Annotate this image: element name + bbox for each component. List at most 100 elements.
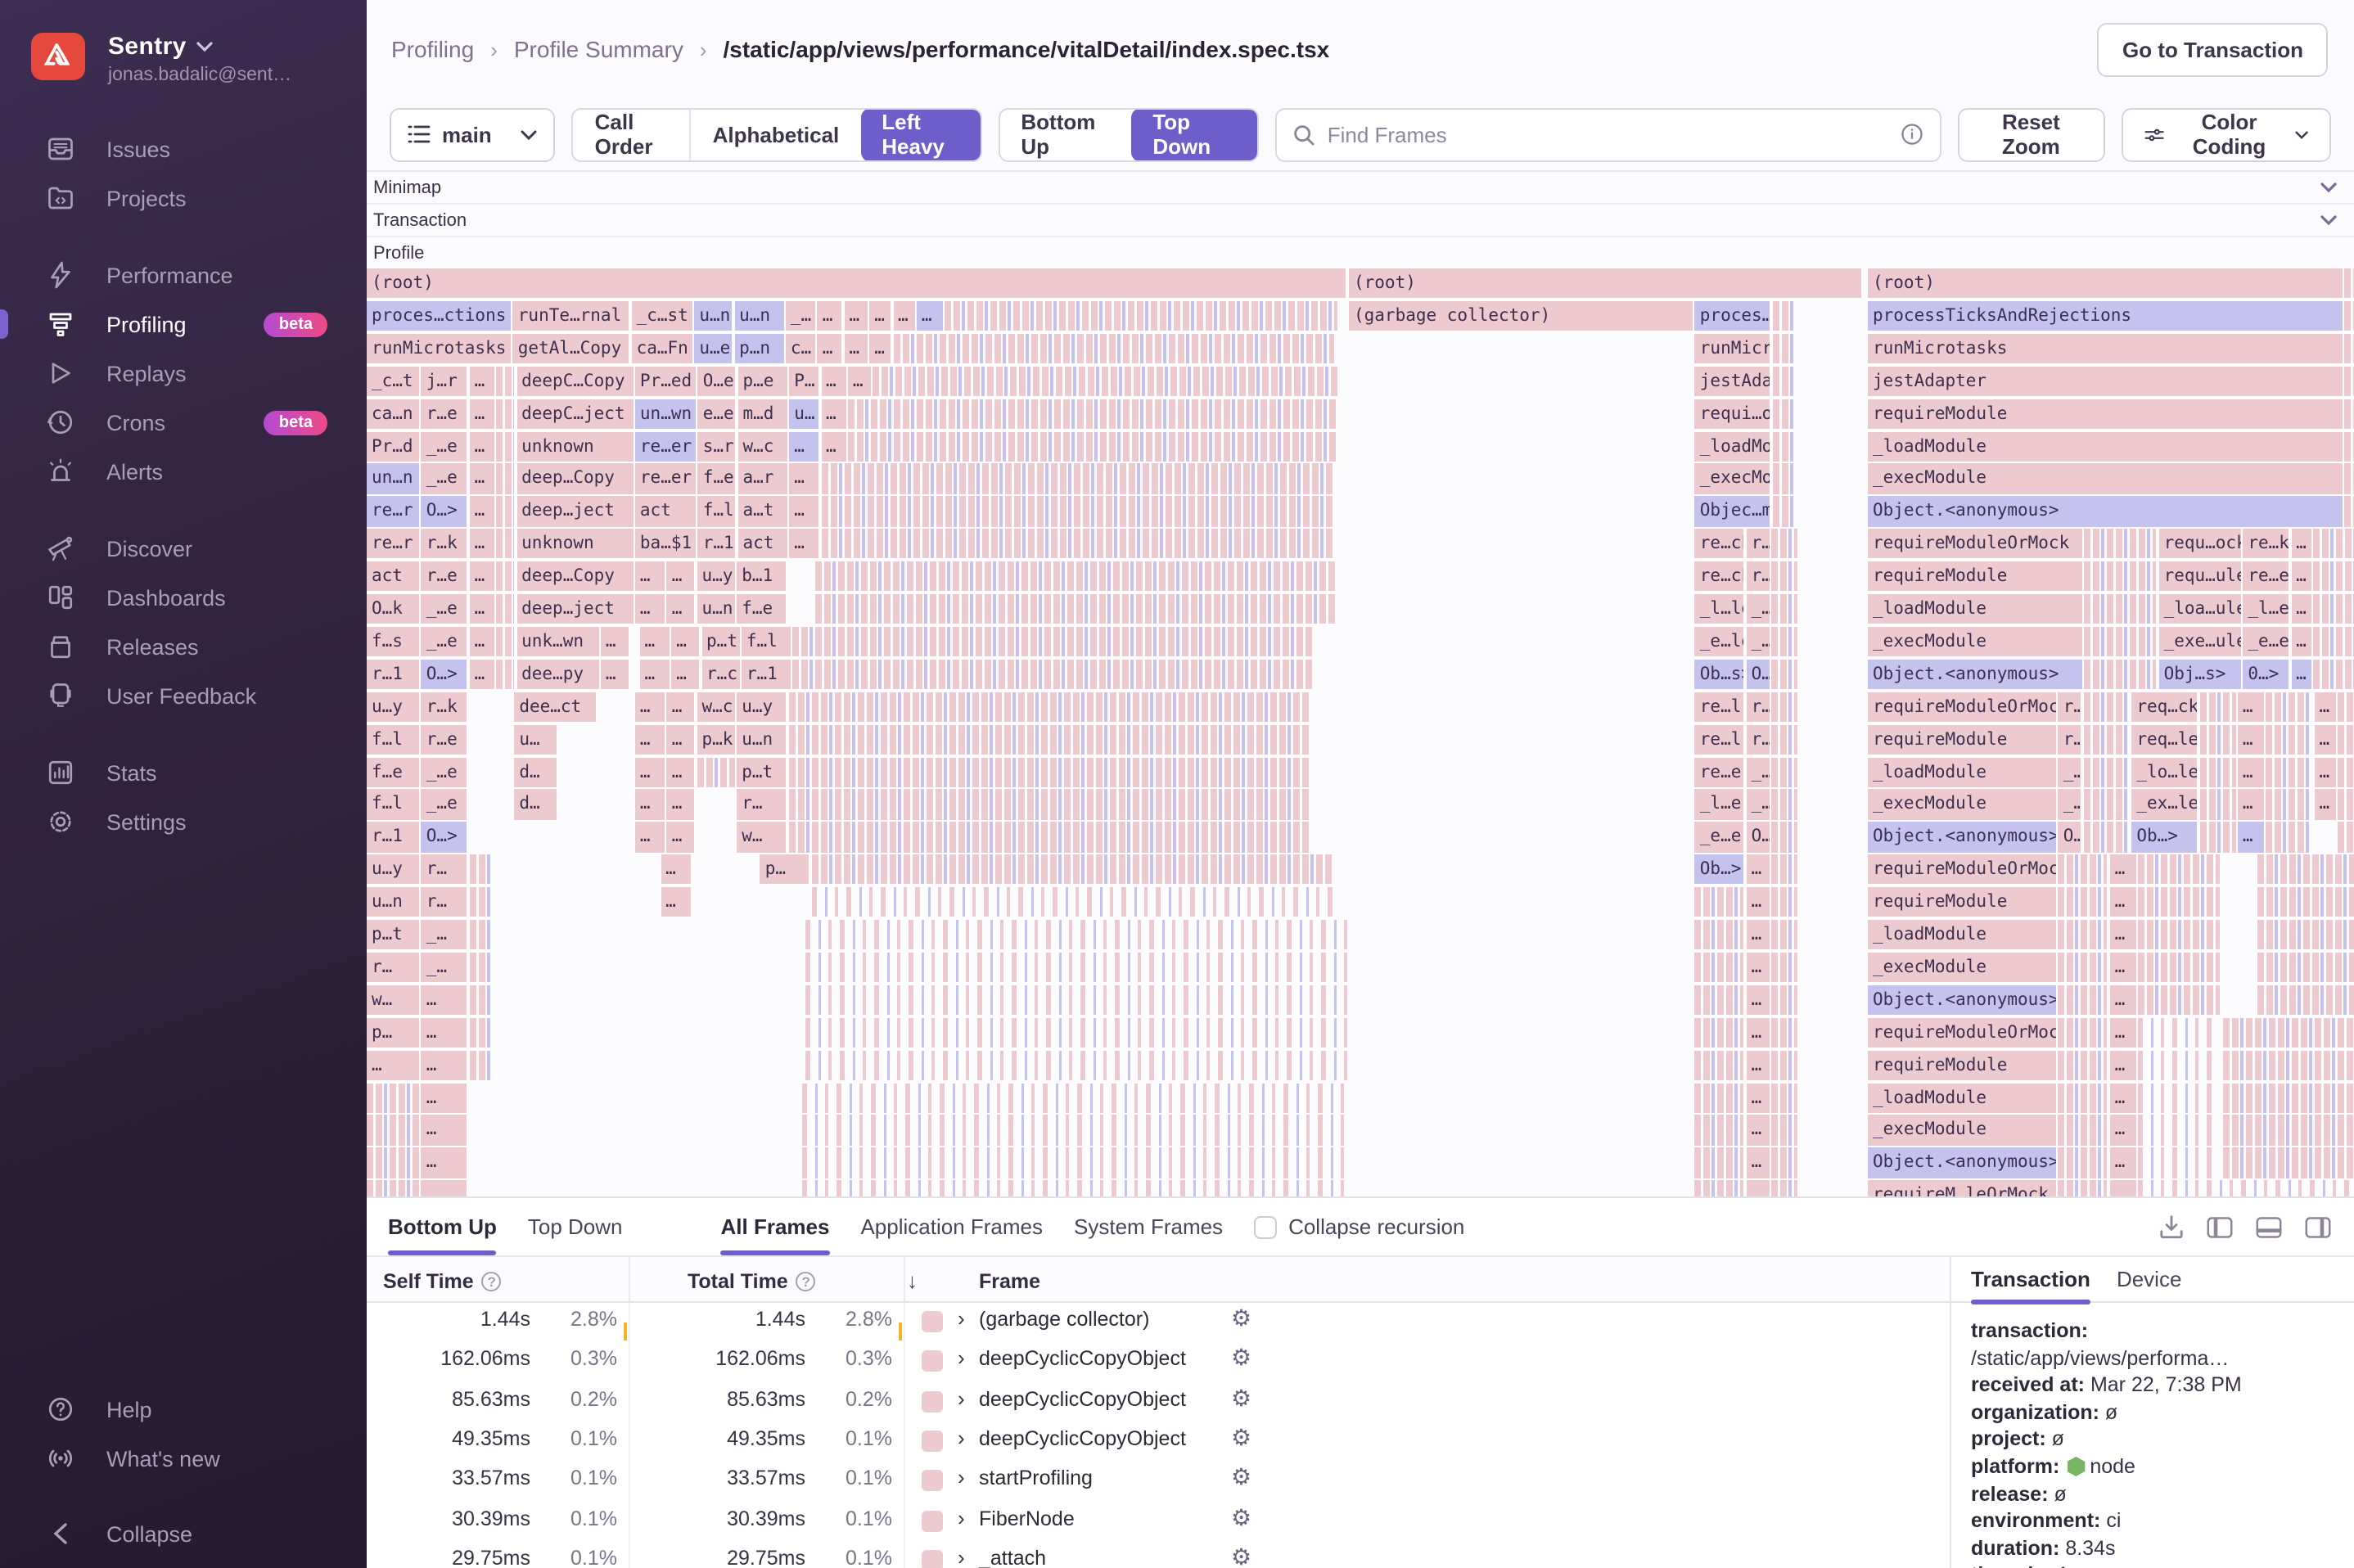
- flame-frame[interactable]: Objec…mous>: [1695, 497, 1770, 527]
- flame-frame[interactable]: [2345, 464, 2354, 494]
- flame-frame[interactable]: unknown: [516, 529, 633, 559]
- flame-frame[interactable]: w…c: [737, 431, 787, 462]
- flame-frame[interactable]: _exe…ule: [2159, 627, 2241, 657]
- flame-frame[interactable]: requireModuleOrMock: [1868, 1017, 2056, 1048]
- export-profile-icon[interactable]: [2159, 1214, 2184, 1239]
- sidebar-item-alerts[interactable]: Alerts: [0, 447, 367, 496]
- flame-frame[interactable]: dee…py: [516, 660, 598, 690]
- flame-frame[interactable]: r…: [422, 887, 467, 917]
- flame-frame[interactable]: …: [667, 692, 695, 722]
- flame-frame[interactable]: [2257, 953, 2354, 983]
- flame-frame[interactable]: re…er: [635, 464, 696, 494]
- flame-frame[interactable]: …: [818, 334, 842, 364]
- search-info-icon[interactable]: [1901, 123, 1923, 146]
- flame-frame[interactable]: _loadModule: [1868, 1083, 2056, 1113]
- flame-frame[interactable]: Object.<anonymous>: [1868, 497, 2343, 527]
- flame-frame[interactable]: …: [2238, 724, 2264, 755]
- flame-frame[interactable]: ca…n: [367, 399, 419, 429]
- chevron-down-icon[interactable]: [2320, 214, 2338, 226]
- expand-chevron-icon[interactable]: ›: [958, 1545, 965, 1568]
- flame-frame[interactable]: [788, 692, 1309, 722]
- flame-frame[interactable]: [2345, 497, 2354, 527]
- flame-frame[interactable]: [1695, 920, 1744, 950]
- flame-frame[interactable]: …: [2291, 529, 2311, 559]
- flame-frame[interactable]: O…e: [698, 366, 736, 396]
- flame-frame[interactable]: …: [893, 301, 914, 331]
- flame-frame[interactable]: O…: [1747, 660, 1770, 690]
- flame-frame[interactable]: [893, 334, 1333, 364]
- flame-frame[interactable]: [2059, 1050, 2108, 1080]
- flame-frame[interactable]: [788, 790, 1309, 820]
- flame-frame[interactable]: …: [1747, 920, 1770, 950]
- flame-frame[interactable]: …: [1747, 854, 1770, 885]
- flame-frame[interactable]: …: [635, 822, 665, 853]
- sort-option-left-heavy[interactable]: Left Heavy: [860, 107, 980, 161]
- table-row[interactable]: 162.06ms0.3%162.06ms0.3%⚙›deepCyclicCopy…: [367, 1343, 1950, 1383]
- thread-select[interactable]: main: [390, 107, 556, 161]
- flame-frame[interactable]: runMicrotasks: [367, 334, 511, 364]
- flame-frame[interactable]: act: [635, 497, 696, 527]
- flame-frame[interactable]: [2085, 660, 2157, 690]
- flame-frame[interactable]: _loadModule: [1868, 431, 2343, 462]
- flame-frame[interactable]: [2266, 822, 2312, 853]
- flame-frame[interactable]: _…e: [422, 790, 467, 820]
- sidebar-item-whats-new[interactable]: What's new: [0, 1434, 367, 1483]
- flame-frame[interactable]: …: [2110, 1050, 2136, 1080]
- flame-frame[interactable]: O…: [1747, 822, 1770, 853]
- layout-bottom-panel-icon[interactable]: [2256, 1215, 2282, 1238]
- tab-system-frames[interactable]: System Frames: [1074, 1198, 1223, 1255]
- flame-frame[interactable]: [2338, 822, 2354, 853]
- flame-frame[interactable]: …: [1747, 1050, 1770, 1080]
- breadcrumb-profile-summary[interactable]: Profile Summary: [514, 36, 683, 62]
- flame-frame[interactable]: (garbage collector): [1349, 301, 1693, 331]
- flame-frame[interactable]: [805, 1017, 1355, 1048]
- flame-frame[interactable]: [470, 887, 493, 917]
- flame-frame[interactable]: …: [422, 1083, 467, 1113]
- flame-frame[interactable]: [2084, 757, 2130, 787]
- flame-frame[interactable]: …: [821, 399, 846, 429]
- flame-frame[interactable]: runTe…rnal: [513, 301, 629, 331]
- flame-frame[interactable]: deepC…Copy: [516, 366, 633, 396]
- flame-frame[interactable]: [2257, 920, 2354, 950]
- flame-frame[interactable]: [367, 1148, 419, 1178]
- find-frames-search[interactable]: [1275, 107, 1941, 161]
- chevron-down-icon[interactable]: [2320, 182, 2338, 193]
- flame-frame[interactable]: [2059, 1148, 2108, 1178]
- flame-frame[interactable]: act: [737, 529, 787, 559]
- flame-frame[interactable]: _execModule: [1868, 627, 2082, 657]
- frame-settings-gear-icon[interactable]: ⚙: [1231, 1463, 1251, 1491]
- flame-frame[interactable]: unk…wn: [516, 627, 598, 657]
- flame-frame[interactable]: [2085, 529, 2157, 559]
- flame-frame[interactable]: un…n: [367, 464, 419, 494]
- flame-frame[interactable]: [873, 366, 1338, 396]
- flame-frame[interactable]: [805, 920, 1355, 950]
- flame-frame[interactable]: [2084, 692, 2130, 722]
- details-tab-device[interactable]: Device: [2117, 1255, 2182, 1303]
- flame-frame[interactable]: [2199, 822, 2235, 853]
- flame-frame[interactable]: …: [639, 627, 669, 657]
- sidebar-item-discover[interactable]: Discover: [0, 524, 367, 573]
- flame-frame[interactable]: (root): [1868, 268, 2343, 299]
- flame-frame[interactable]: [496, 561, 514, 592]
- flame-frame[interactable]: [1771, 953, 1797, 983]
- flame-frame[interactable]: d…: [514, 757, 557, 787]
- flame-frame[interactable]: Pr…ed: [635, 366, 696, 396]
- flame-frame[interactable]: …: [1747, 887, 1770, 917]
- flame-frame[interactable]: [802, 1180, 1352, 1196]
- flame-frame[interactable]: _e…le: [1695, 627, 1744, 657]
- flame-frame[interactable]: _…: [1747, 757, 1770, 787]
- flame-frame[interactable]: f…l: [698, 497, 736, 527]
- flame-frame[interactable]: r…e: [422, 561, 467, 592]
- flame-frame[interactable]: requireModule: [1868, 561, 2082, 592]
- flame-frame[interactable]: …: [635, 790, 665, 820]
- flame-frame[interactable]: [2199, 790, 2235, 820]
- flame-frame[interactable]: u…e: [694, 334, 732, 364]
- flame-frame[interactable]: …: [422, 1180, 467, 1196]
- flame-frame[interactable]: [2222, 1115, 2354, 1146]
- flame-frame[interactable]: …: [422, 1115, 467, 1146]
- checkbox-box[interactable]: [1254, 1215, 1277, 1238]
- frame-settings-gear-icon[interactable]: ⚙: [1231, 1543, 1251, 1568]
- flamegraph-canvas[interactable]: (root)proces…ctionsrunTe…rnal_c…stu…nu…n…: [367, 268, 2354, 1196]
- flame-frame[interactable]: r…1: [367, 822, 419, 853]
- flame-frame[interactable]: u…y: [367, 854, 419, 885]
